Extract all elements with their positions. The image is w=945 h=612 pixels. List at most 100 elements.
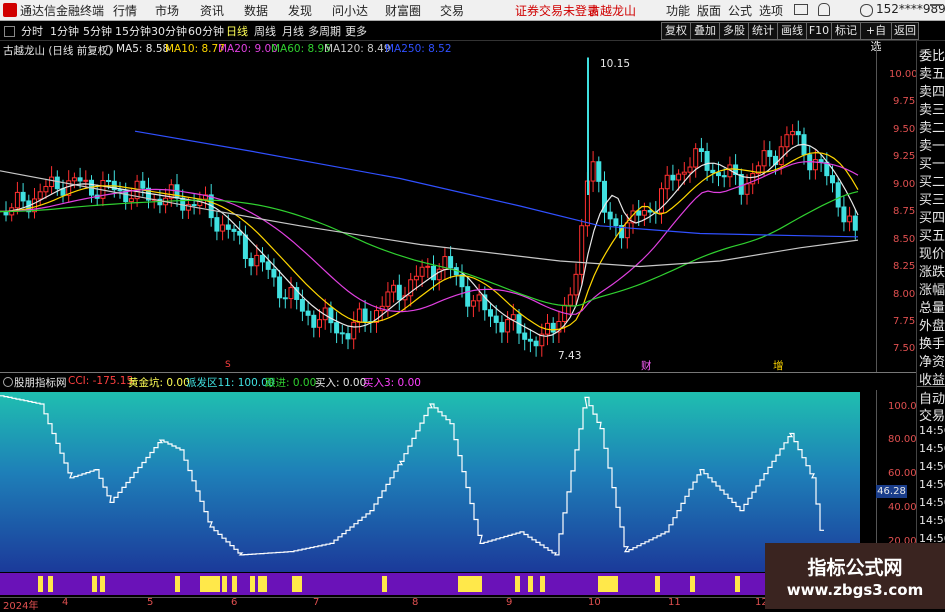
- window-controls[interactable]: [930, 4, 942, 16]
- menu-hangqing[interactable]: 行情: [113, 2, 137, 19]
- side-buy5[interactable]: 买五: [919, 225, 945, 244]
- price-tick: 9.00: [893, 179, 916, 190]
- login-notice[interactable]: 证券交易未登录: [515, 2, 599, 19]
- candle-body: [488, 309, 493, 317]
- candle-body: [83, 179, 89, 182]
- signal-bar: [735, 576, 740, 592]
- indicator-name[interactable]: 股朋指标网: [14, 375, 67, 390]
- period-1min[interactable]: 1分钟: [50, 23, 79, 39]
- candle-body: [579, 225, 585, 275]
- candle-body: [356, 308, 362, 323]
- period-more[interactable]: 更多: [345, 23, 367, 39]
- btn-tongji[interactable]: 统计: [748, 22, 778, 40]
- x-label: 2024年: [3, 601, 39, 612]
- ma10-line: [0, 151, 859, 331]
- price-tick: 7.50: [893, 343, 916, 354]
- btn-duogu[interactable]: 多股: [719, 22, 749, 40]
- btn-fuquan[interactable]: 复权: [661, 22, 691, 40]
- menu-gongshi[interactable]: 公式: [728, 2, 752, 19]
- side-sell3[interactable]: 卖三: [919, 99, 945, 118]
- side-sell5[interactable]: 卖五: [919, 63, 945, 82]
- candle-body: [140, 180, 146, 189]
- candle-body: [721, 175, 727, 178]
- btn-huaxian[interactable]: 画线: [777, 22, 807, 40]
- signal-bar: [200, 576, 205, 592]
- menu-zixun[interactable]: 资讯: [200, 2, 224, 19]
- side-tab-trade[interactable]: 交易: [919, 405, 945, 424]
- price-tick: 7.75: [893, 316, 916, 327]
- side-waipan[interactable]: 外盘: [919, 315, 945, 334]
- side-sell4[interactable]: 卖四: [919, 81, 945, 100]
- side-zongliang[interactable]: 总量: [919, 297, 945, 316]
- x-label: 6: [231, 597, 238, 608]
- candle-body: [510, 314, 516, 321]
- signal-bar: [472, 576, 477, 592]
- btn-fanhui[interactable]: 返回: [891, 22, 919, 40]
- cci-label: CCI: -175.15: [68, 375, 134, 387]
- candle-body: [596, 161, 602, 182]
- menu-xuanxiang[interactable]: 选项: [759, 2, 783, 19]
- menu-shuju[interactable]: 数据: [244, 2, 268, 19]
- menu-shichang[interactable]: 市场: [155, 2, 179, 19]
- period-fenshi[interactable]: 分时: [21, 23, 43, 39]
- period-60min[interactable]: 60分钟: [188, 23, 224, 39]
- candle-body: [590, 161, 596, 182]
- menu-banmian[interactable]: 版面: [697, 2, 721, 19]
- side-buy3[interactable]: 买三: [919, 189, 945, 208]
- bell-icon[interactable]: [818, 3, 830, 16]
- btn-biaoji[interactable]: 标记: [831, 22, 861, 40]
- period-5min[interactable]: 5分钟: [83, 23, 112, 39]
- indicator-gear-icon[interactable]: [3, 377, 13, 387]
- side-huanshou[interactable]: 换手: [919, 333, 945, 352]
- period-weekly[interactable]: 周线: [254, 23, 276, 39]
- period-15min[interactable]: 15分钟: [115, 23, 151, 39]
- candlestick-chart[interactable]: [0, 41, 876, 372]
- event-marker-zeng[interactable]: 增: [773, 358, 784, 373]
- side-buy4[interactable]: 买四: [919, 207, 945, 226]
- menu-gongneng[interactable]: 功能: [666, 2, 690, 19]
- candle-body: [607, 211, 613, 220]
- pane-divider[interactable]: [0, 372, 916, 373]
- side-buy2[interactable]: 买二: [919, 171, 945, 190]
- period-30min[interactable]: 30分钟: [151, 23, 187, 39]
- ma20-line: [0, 160, 859, 315]
- period-multi[interactable]: 多周期: [308, 23, 341, 39]
- ma60-line: [0, 191, 859, 307]
- mail-icon[interactable]: [794, 4, 808, 15]
- period-monthly[interactable]: 月线: [282, 23, 304, 39]
- candle-body: [351, 321, 357, 340]
- signal-bar: [250, 576, 255, 592]
- event-marker-cai[interactable]: 财: [641, 358, 652, 373]
- side-weibi[interactable]: 委比: [919, 45, 945, 64]
- signal-bar: [462, 576, 467, 592]
- candle-body: [106, 180, 112, 183]
- toolbar-menu-icon[interactable]: [4, 26, 15, 37]
- candle-body: [790, 131, 796, 136]
- signal-bar: [215, 576, 220, 592]
- side-sell1[interactable]: 卖一: [919, 135, 945, 154]
- period-daily[interactable]: 日线: [226, 23, 248, 39]
- side-zhangdie[interactable]: 涨跌: [919, 261, 945, 280]
- side-sell2[interactable]: 卖二: [919, 117, 945, 136]
- menu-caifuquan[interactable]: 财富圈: [385, 2, 421, 19]
- menu-jiaoyi[interactable]: 交易: [440, 2, 464, 19]
- candle-body: [448, 256, 454, 269]
- menu-wenxiaoda[interactable]: 问小达: [332, 2, 368, 19]
- btn-f10[interactable]: F10: [806, 22, 832, 40]
- side-zhangfu[interactable]: 涨幅: [919, 279, 945, 298]
- side-xianjia[interactable]: 现价: [919, 243, 945, 262]
- candle-body: [493, 315, 499, 323]
- price-tick: 8.50: [893, 234, 916, 245]
- genjin-label: 跟进: 0.00: [265, 377, 317, 389]
- btn-zixuan[interactable]: +自选: [860, 22, 892, 53]
- x-label: 4: [62, 597, 69, 608]
- signal-bar: [297, 576, 302, 592]
- user-icon[interactable]: [860, 4, 873, 17]
- menu-faxian[interactable]: 发现: [288, 2, 312, 19]
- candle-body: [505, 319, 511, 333]
- side-buy1[interactable]: 买一: [919, 153, 945, 172]
- candle-body: [670, 174, 676, 181]
- cci-indicator-chart[interactable]: [0, 390, 876, 597]
- btn-diejia[interactable]: 叠加: [690, 22, 720, 40]
- side-jingzi[interactable]: 净资: [919, 351, 945, 370]
